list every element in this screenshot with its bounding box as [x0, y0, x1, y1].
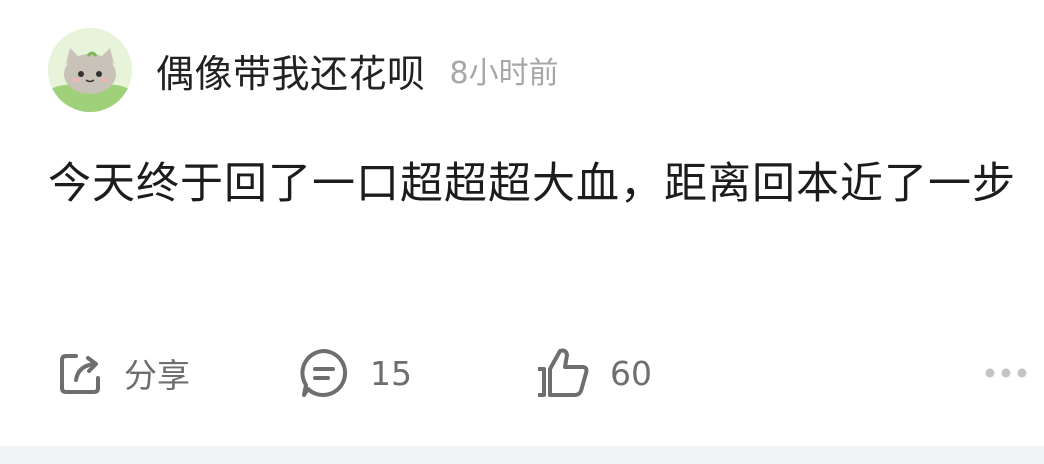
cat-avatar-icon: [48, 28, 132, 112]
bottom-divider: [0, 446, 1044, 464]
share-label: 分享: [124, 356, 190, 395]
comment-count: 15: [370, 353, 412, 393]
post-time: 8小时前: [449, 56, 559, 91]
like-count: 60: [610, 353, 652, 393]
comment-icon: [300, 349, 348, 397]
share-icon: [60, 354, 100, 394]
post-content: 今天终于回了一口超超超大血，距离回本近了一步: [48, 159, 1016, 209]
share-button[interactable]: 分享: [56, 338, 190, 408]
avatar[interactable]: [48, 28, 132, 112]
thumbs-up-icon: [538, 348, 589, 397]
like-button[interactable]: 60: [532, 338, 652, 408]
username[interactable]: 偶像带我还花呗: [156, 43, 426, 98]
post-header: 偶像带我还花呗 8小时前: [48, 28, 559, 112]
action-bar: 分享 15 60: [0, 338, 1044, 408]
comment-button[interactable]: 15: [296, 338, 412, 408]
more-button[interactable]: [984, 338, 1028, 408]
more-icon: [985, 368, 1027, 378]
